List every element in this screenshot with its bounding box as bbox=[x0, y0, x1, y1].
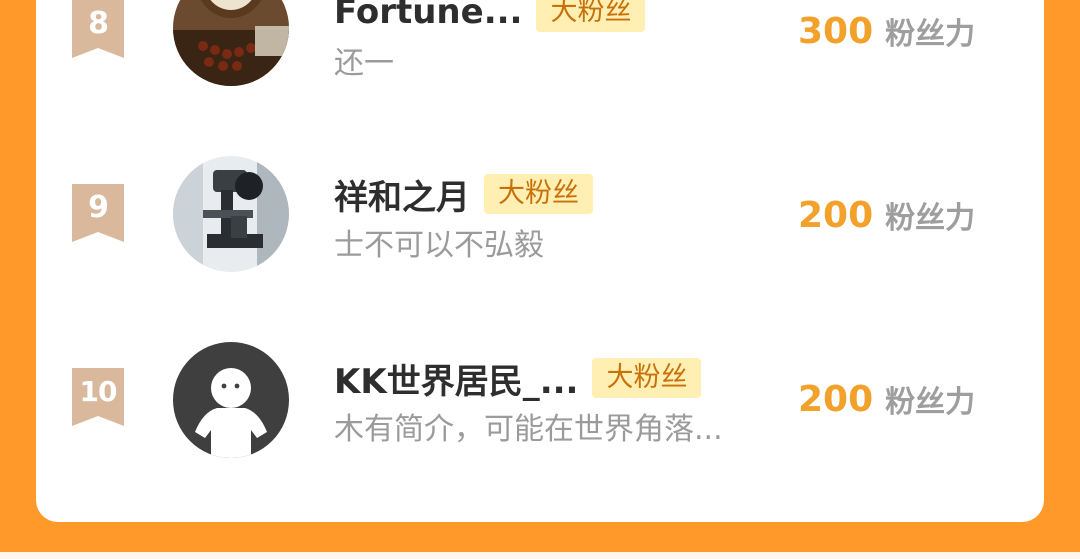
default-user-avatar[interactable] bbox=[173, 342, 289, 458]
user-name[interactable]: KK世界居民_... bbox=[334, 354, 578, 403]
user-bio: 木有简介，可能在世界角落... bbox=[334, 412, 723, 447]
ranking-row[interactable]: 10 KK世界居民_... 大粉丝 木有简介，可能在世界角落... 200 粉丝… bbox=[36, 338, 1044, 458]
fan-power-value: 200 bbox=[798, 194, 874, 236]
rank-ribbon: 8 bbox=[72, 0, 124, 58]
user-name[interactable]: 祥和之月 bbox=[334, 170, 470, 219]
clock-photo-avatar[interactable] bbox=[173, 0, 289, 86]
ranking-card: 8 Fortune... 大粉丝 还一 300 粉丝力 9 祥和之月 大粉丝 士… bbox=[36, 0, 1044, 522]
fan-power: 200 粉丝力 bbox=[798, 374, 975, 424]
fan-power-unit: 粉丝力 bbox=[885, 17, 976, 52]
fan-power: 300 粉丝力 bbox=[798, 6, 975, 56]
user-bio: 还一 bbox=[334, 46, 394, 81]
user-name[interactable]: Fortune... bbox=[334, 0, 522, 32]
fan-level-badge: 大粉丝 bbox=[536, 0, 646, 32]
microscope-photo-avatar[interactable] bbox=[173, 156, 289, 272]
ranking-row[interactable]: 9 祥和之月 大粉丝 士不可以不弘毅 200 粉丝力 bbox=[36, 154, 1044, 274]
bottom-edge bbox=[0, 552, 1080, 559]
rank-number: 8 bbox=[88, 6, 109, 41]
fan-level-badge: 大粉丝 bbox=[592, 358, 702, 398]
rank-number: 9 bbox=[88, 190, 109, 225]
fan-power-unit: 粉丝力 bbox=[885, 385, 976, 420]
ranking-row[interactable]: 8 Fortune... 大粉丝 还一 300 粉丝力 bbox=[36, 0, 1044, 90]
user-bio: 士不可以不弘毅 bbox=[334, 228, 544, 263]
rank-ribbon: 10 bbox=[72, 368, 124, 426]
fan-power-value: 200 bbox=[798, 378, 874, 420]
rank-ribbon: 9 bbox=[72, 184, 124, 242]
fan-power-unit: 粉丝力 bbox=[885, 201, 976, 236]
fan-level-badge: 大粉丝 bbox=[484, 174, 593, 214]
fan-power: 200 粉丝力 bbox=[798, 190, 975, 240]
fan-power-value: 300 bbox=[798, 10, 874, 52]
rank-number: 10 bbox=[79, 375, 118, 408]
